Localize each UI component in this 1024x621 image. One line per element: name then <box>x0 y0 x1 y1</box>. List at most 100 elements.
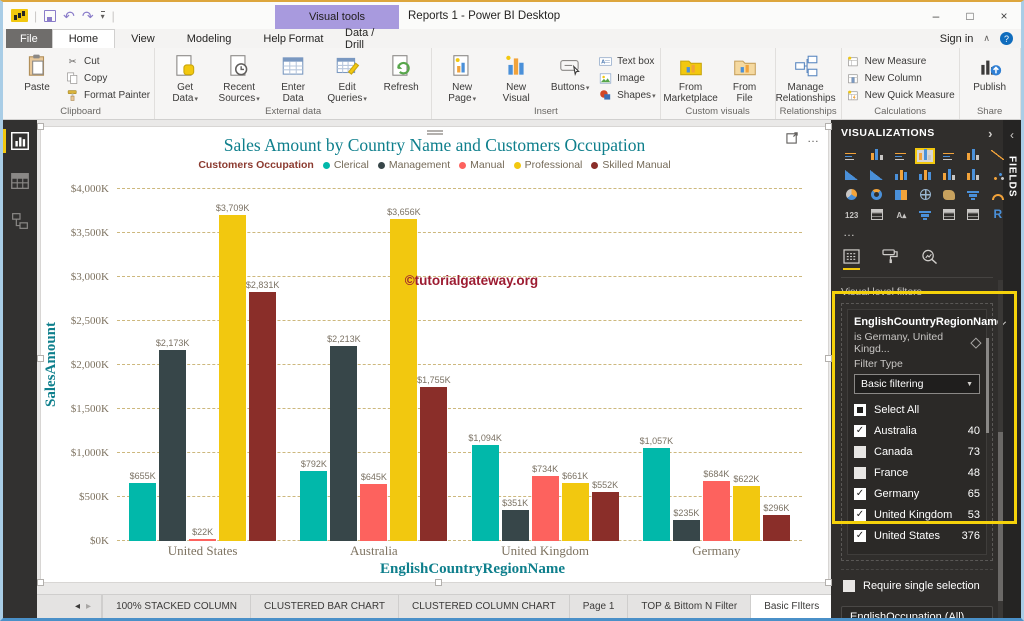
viz-icon-gauge[interactable] <box>987 188 1008 204</box>
resize-handle[interactable] <box>37 579 44 586</box>
resize-handle[interactable] <box>37 354 44 362</box>
chart-visual-container[interactable]: … Sales Amount by Country Name and Custo… <box>37 123 832 586</box>
format-painter-button[interactable]: Format Painter <box>65 88 150 103</box>
collapse-panel-icon[interactable]: › <box>988 126 993 141</box>
redo-icon[interactable]: ↷ <box>82 9 94 23</box>
resize-handle[interactable] <box>434 579 442 586</box>
page-tab-clustered-column-chart[interactable]: CLUSTERED COLUMN CHART <box>399 595 570 618</box>
copy-button[interactable]: Copy <box>65 71 150 86</box>
menu-tab-modeling[interactable]: Modeling <box>171 29 248 48</box>
bar-united-kingdom-manual[interactable]: $734K <box>531 464 559 541</box>
expand-fields-icon[interactable]: ‹ <box>1010 128 1014 142</box>
minimize-button[interactable]: – <box>919 2 953 29</box>
viz-icon-kpi[interactable]: A▴ <box>891 208 911 224</box>
new-quick-measure-button[interactable]: New Quick Measure <box>846 88 955 103</box>
sidebar-item-model-view[interactable] <box>7 208 33 234</box>
viz-icon-map[interactable] <box>915 188 935 204</box>
panel-scrollbar[interactable] <box>998 280 1003 618</box>
viz-icon-clustered-bar[interactable] <box>891 148 911 164</box>
viz-icon-line-clustered-column[interactable] <box>891 168 911 184</box>
bar-united-states-skilled-manual[interactable]: $2,831K <box>246 280 279 541</box>
text-box-button[interactable]: A Text box <box>598 54 655 69</box>
bar-united-kingdom-skilled-manual[interactable]: $552K <box>591 480 619 541</box>
viz-icon-stacked-bar[interactable] <box>841 148 862 164</box>
cut-button[interactable]: ✂ Cut <box>65 54 150 69</box>
viz-icon-slicer[interactable] <box>915 208 935 224</box>
manage-relationships-button[interactable]: Manage Relationships <box>776 50 836 104</box>
viz-icon-line-stacked-column[interactable] <box>915 168 935 184</box>
resize-handle[interactable] <box>825 354 832 362</box>
filter-card-englishoccupation[interactable]: EnglishOccupation (All) <box>841 606 993 618</box>
checkbox-germany[interactable]: ✓ <box>854 487 866 500</box>
legend-item-clerical[interactable]: Clerical <box>322 159 369 171</box>
sign-in-link[interactable]: Sign in <box>940 33 974 45</box>
viz-icon-multi-row-card[interactable] <box>866 208 887 224</box>
help-icon[interactable]: ? <box>1000 32 1013 45</box>
new-visual-button[interactable]: New Visual <box>490 50 542 104</box>
checkbox-united-kingdom[interactable]: ✓ <box>854 508 866 521</box>
undo-icon[interactable]: ↶ <box>63 9 75 23</box>
edit-queries-button[interactable]: Edit Queries▾ <box>321 50 373 105</box>
save-icon[interactable] <box>44 9 57 22</box>
shapes-button[interactable]: Shapes▾ <box>598 88 656 103</box>
report-canvas[interactable]: … Sales Amount by Country Name and Custo… <box>37 120 832 594</box>
page-nav-forward-icon[interactable]: ▸ <box>86 601 91 612</box>
bar-australia-skilled-manual[interactable]: $1,755K <box>417 375 451 541</box>
checkbox-canada[interactable] <box>854 445 866 458</box>
publish-button[interactable]: Publish <box>964 50 1016 93</box>
viz-icon-scatter[interactable] <box>987 168 1008 184</box>
bar-united-kingdom-management[interactable]: $351K <box>501 498 529 541</box>
focus-mode-icon[interactable] <box>786 131 799 144</box>
checkbox-australia[interactable]: ✓ <box>854 424 866 437</box>
page-tab-top-bittom-n-filter[interactable]: TOP & Bittom N Filter <box>628 595 752 618</box>
checkbox-united-states[interactable]: ✓ <box>854 529 866 542</box>
viz-icon-funnel[interactable] <box>963 188 983 204</box>
viz-icon-stacked-area[interactable] <box>866 168 887 184</box>
viz-icon-matrix[interactable] <box>963 208 983 224</box>
bar-australia-management[interactable]: $2,213K <box>327 334 361 541</box>
tab-format[interactable] <box>882 249 899 270</box>
file-menu[interactable]: File <box>6 29 52 48</box>
image-button[interactable]: Image <box>598 71 655 86</box>
viz-icon-line[interactable] <box>987 148 1008 164</box>
page-tab-basic-filters[interactable]: Basic FIlters <box>751 595 834 618</box>
bar-australia-manual[interactable]: $645K <box>360 472 388 541</box>
resize-handle[interactable] <box>37 123 44 130</box>
page-tab-clustered-bar-chart[interactable]: CLUSTERED BAR CHART <box>251 595 399 618</box>
from-marketplace-button[interactable]: From Marketplace <box>663 50 718 104</box>
bar-germany-professional[interactable]: $622K <box>732 474 760 541</box>
viz-icon-100-stacked-bar[interactable] <box>939 148 959 164</box>
viz-icon-donut[interactable] <box>866 188 887 204</box>
viz-icon-pie[interactable] <box>841 188 862 204</box>
page-nav-back-icon[interactable]: ◂ <box>75 601 80 612</box>
viz-icon-clustered-column[interactable] <box>915 148 936 164</box>
filter-list-scrollbar[interactable] <box>986 338 989 433</box>
require-single-selection-checkbox[interactable] <box>843 580 855 592</box>
menu-tab-format[interactable]: Format <box>275 29 337 48</box>
bar-united-states-professional[interactable]: $3,709K <box>216 203 249 541</box>
bar-germany-skilled-manual[interactable]: $296K <box>762 503 790 541</box>
viz-icon-treemap[interactable] <box>891 188 911 204</box>
viz-icon-table[interactable] <box>939 208 959 224</box>
bar-united-states-clerical[interactable]: $655K <box>129 471 157 541</box>
new-measure-button[interactable]: New Measure <box>846 54 955 69</box>
viz-icon-area[interactable] <box>841 168 862 184</box>
legend-item-professional[interactable]: Professional <box>513 159 582 171</box>
bar-united-kingdom-clerical[interactable]: $1,094K <box>468 433 502 541</box>
bar-australia-clerical[interactable]: $792K <box>300 459 328 541</box>
recent-sources-button[interactable]: Recent Sources▾ <box>213 50 265 105</box>
paste-button[interactable]: Paste <box>11 50 63 93</box>
menu-tab-home[interactable]: Home <box>51 29 116 48</box>
more-options-icon[interactable]: … <box>807 132 820 144</box>
bar-united-kingdom-professional[interactable]: $661K <box>561 471 589 541</box>
filter-type-dropdown[interactable]: Basic filtering ▼ <box>854 374 980 394</box>
bar-germany-clerical[interactable]: $1,057K <box>640 436 673 541</box>
page-tab-100-stacked-column[interactable]: 100% STACKED COLUMN <box>102 595 252 618</box>
close-button[interactable]: × <box>987 2 1021 29</box>
bar-united-states-management[interactable]: $2,173K <box>156 338 189 541</box>
legend-item-management[interactable]: Management <box>377 159 450 171</box>
viz-icon-waterfall[interactable] <box>963 168 983 184</box>
resize-handle[interactable] <box>825 123 832 130</box>
enter-data-button[interactable]: Enter Data <box>267 50 319 104</box>
from-file-button[interactable]: From File <box>719 50 771 104</box>
